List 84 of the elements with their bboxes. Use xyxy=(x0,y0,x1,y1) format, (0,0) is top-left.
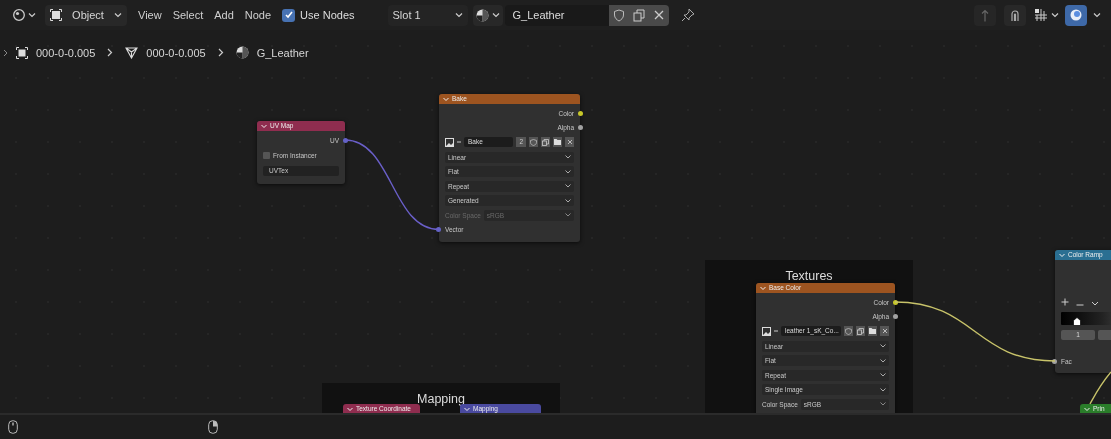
caret-icon xyxy=(28,12,36,18)
shield-icon xyxy=(530,138,537,146)
chevron-icon xyxy=(3,48,8,57)
frame-label: Mapping xyxy=(417,392,465,407)
menu-item[interactable]: View xyxy=(138,9,162,21)
menu-item[interactable]: Select xyxy=(172,9,204,21)
menu-item[interactable]: Add xyxy=(214,9,234,21)
up-arrow-icon xyxy=(980,8,990,22)
close-icon xyxy=(653,10,664,20)
stop-marker-icon[interactable] xyxy=(1073,317,1081,326)
chevron-icon[interactable] xyxy=(347,406,353,412)
material-icon xyxy=(235,46,249,59)
close-icon xyxy=(881,328,888,334)
slot-dropdown[interactable]: Slot 1 xyxy=(387,4,468,26)
image-icon[interactable] xyxy=(762,326,771,336)
copy-icon xyxy=(857,327,864,335)
magnet-icon xyxy=(1010,9,1020,21)
checkbox[interactable] xyxy=(263,151,270,159)
frame-label: Textures xyxy=(785,269,833,284)
duplicate-button[interactable] xyxy=(856,326,865,336)
caret-icon[interactable] xyxy=(1051,12,1059,18)
use-nodes-label: Use Nodes xyxy=(300,9,355,21)
caret-icon xyxy=(565,155,571,160)
input-socket[interactable] xyxy=(436,227,441,232)
caret-icon[interactable] xyxy=(1091,301,1099,306)
editor-type-icon xyxy=(13,9,25,21)
caret-icon xyxy=(880,358,886,363)
snap-button[interactable] xyxy=(1004,4,1026,26)
caret-icon xyxy=(565,213,571,218)
caret-icon xyxy=(880,344,886,349)
caret-icon xyxy=(491,12,500,18)
use-nodes-checkbox[interactable] xyxy=(282,8,296,22)
caret-icon xyxy=(565,169,571,174)
caret-icon xyxy=(880,373,886,378)
output-socket[interactable] xyxy=(893,313,898,319)
object-icon xyxy=(50,9,62,21)
mesh-icon xyxy=(125,46,139,59)
caret-icon[interactable] xyxy=(1093,12,1101,18)
output-socket[interactable] xyxy=(893,299,898,305)
grid-icon[interactable] xyxy=(1034,8,1048,22)
sphere-icon xyxy=(1070,9,1082,21)
caret-icon xyxy=(880,387,886,392)
open-folder-button[interactable] xyxy=(553,137,562,147)
open-folder-button[interactable] xyxy=(868,326,877,336)
duplicate-button[interactable] xyxy=(541,137,550,147)
chevron-icon[interactable] xyxy=(464,406,470,412)
breadcrumb-item[interactable]: G_Leather xyxy=(256,46,309,59)
breadcrumb-item[interactable]: 000-0-0.005 xyxy=(36,46,96,59)
breadcrumb-item[interactable]: 000-0-0.005 xyxy=(146,46,206,59)
object-icon xyxy=(16,46,28,59)
close-icon xyxy=(566,139,573,145)
caret-icon xyxy=(880,402,886,407)
overlay-button[interactable] xyxy=(1065,4,1087,26)
folder-icon xyxy=(554,139,561,145)
folder-icon xyxy=(869,328,876,334)
caret-icon xyxy=(565,184,571,189)
dash-icon xyxy=(774,330,778,332)
shield-icon xyxy=(845,327,852,335)
chevron-icon[interactable] xyxy=(261,123,267,129)
caret-icon xyxy=(454,12,463,18)
chevron-icon xyxy=(217,48,224,57)
mouse-icon xyxy=(8,420,18,434)
caret-icon xyxy=(565,198,571,203)
output-socket[interactable] xyxy=(578,124,583,130)
pin-icon[interactable] xyxy=(680,8,695,22)
material-browse-button[interactable] xyxy=(472,4,503,26)
mode-dropdown[interactable]: Object xyxy=(45,4,127,26)
node-link xyxy=(1089,371,1111,405)
input-socket[interactable] xyxy=(1052,358,1057,364)
plus-icon[interactable] xyxy=(1061,298,1069,306)
parent-node-button[interactable] xyxy=(974,4,996,26)
chevron-icon xyxy=(107,48,114,57)
menu-item[interactable]: Node xyxy=(244,9,272,21)
image-icon[interactable] xyxy=(445,137,454,147)
dash-icon xyxy=(457,141,461,143)
material-icon xyxy=(475,8,489,22)
caret-icon xyxy=(114,12,122,18)
output-socket[interactable] xyxy=(578,110,583,116)
copy-icon xyxy=(542,138,549,146)
material-name-field[interactable]: G_Leather xyxy=(504,4,609,26)
color-ramp[interactable] xyxy=(1061,311,1111,325)
copy-icon xyxy=(632,8,645,22)
mouse-icon xyxy=(208,420,218,434)
shield-icon xyxy=(612,8,625,22)
